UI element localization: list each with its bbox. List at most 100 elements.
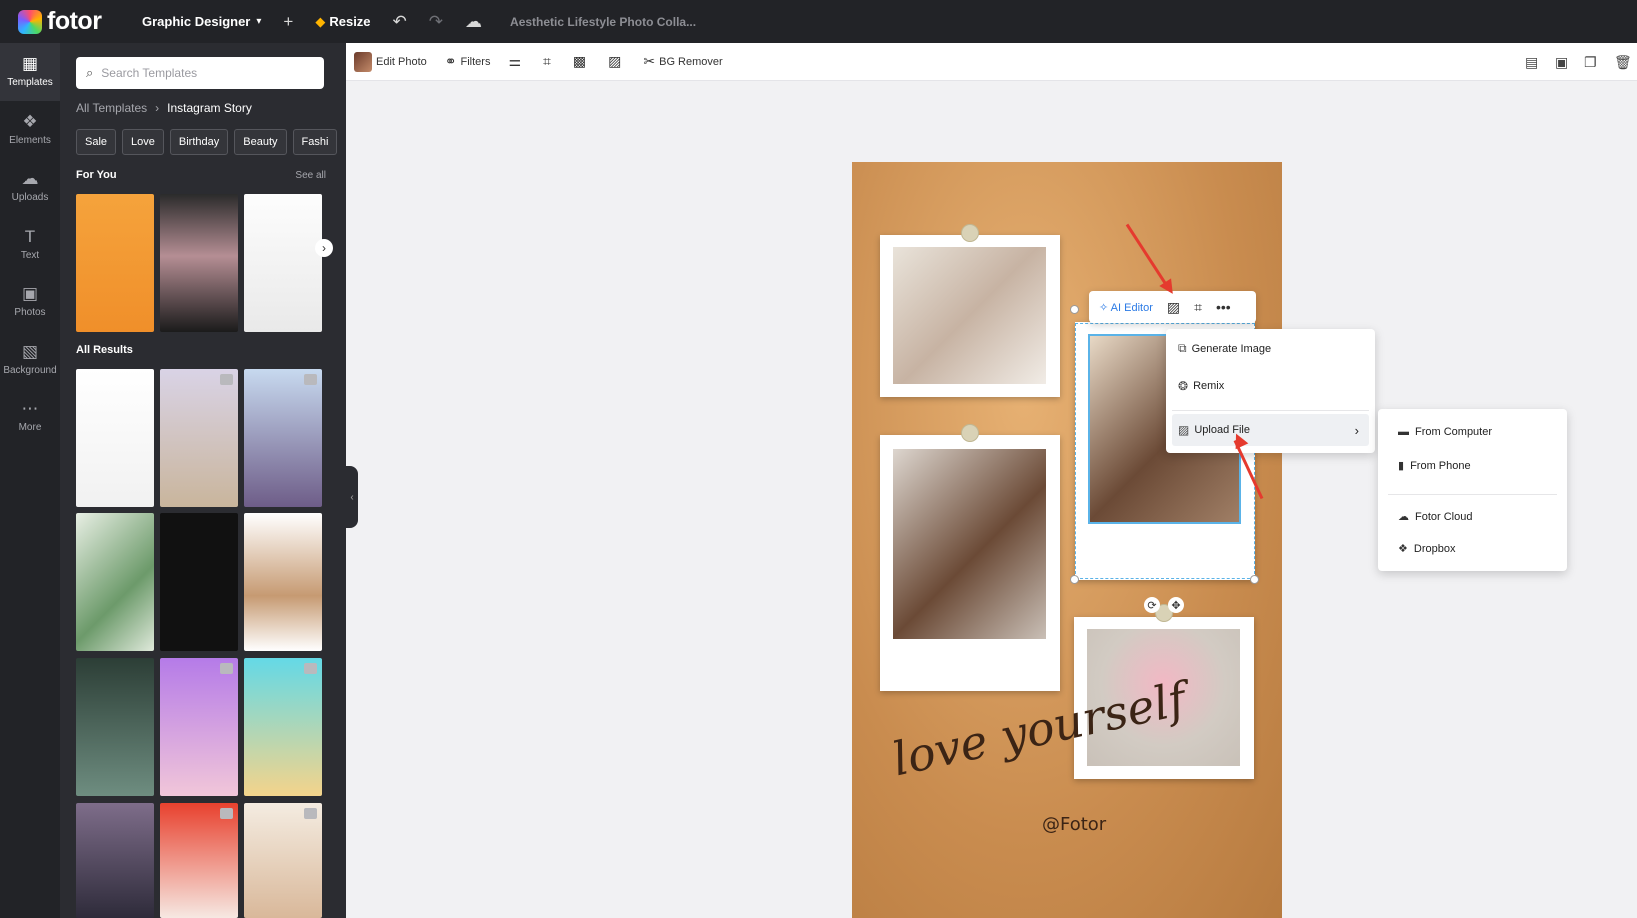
template-thumb[interactable] — [76, 803, 154, 918]
ai-editor-button[interactable]: ✧ AI Editor — [1099, 301, 1153, 314]
rail-item-uploads[interactable]: ☁ Uploads — [0, 158, 60, 216]
filters-icon: ⚭ — [444, 53, 457, 69]
resize-button[interactable]: ◆ Resize — [315, 14, 370, 30]
rail-item-text[interactable]: T Text — [0, 216, 60, 274]
photo-woman-laughing[interactable] — [893, 247, 1046, 384]
template-thumb[interactable] — [160, 513, 238, 651]
menu-item-from-phone[interactable]: ▮ From Phone — [1398, 459, 1471, 473]
replace-image-icon[interactable]: ▨ — [608, 53, 625, 70]
chip-fashion[interactable]: Fashi — [292, 129, 338, 155]
generate-image-icon: ⧉ — [1178, 341, 1187, 355]
redo-icon[interactable]: ↷ — [429, 12, 443, 32]
template-thumb[interactable] — [76, 513, 154, 651]
photo-frame[interactable] — [880, 235, 1060, 397]
add-icon[interactable]: + — [283, 12, 293, 32]
template-thumb[interactable] — [244, 513, 322, 651]
template-thumb[interactable] — [160, 194, 238, 332]
transparency-icon[interactable]: ▩ — [573, 53, 590, 70]
resize-handle[interactable] — [1070, 305, 1079, 314]
photo-frame[interactable] — [880, 435, 1060, 691]
favorite-icon[interactable] — [220, 374, 233, 385]
chip-sale[interactable]: Sale — [76, 129, 117, 155]
pin-icon — [961, 224, 979, 242]
move-icon[interactable]: ✥ — [1168, 597, 1184, 613]
crop-icon[interactable]: ⌗ — [1194, 299, 1202, 316]
menu-item-remix[interactable]: ❂ Remix — [1178, 379, 1224, 393]
chevron-right-icon: › — [1354, 422, 1359, 438]
menu-item-dropbox[interactable]: ❖ Dropbox — [1398, 542, 1455, 556]
undo-icon[interactable]: ↶ — [393, 12, 407, 32]
upload-image-icon: ▨ — [1178, 423, 1190, 437]
template-thumb[interactable] — [76, 658, 154, 796]
menu-item-upload-file[interactable]: ▨ Upload File › — [1172, 414, 1369, 446]
text-icon: T — [24, 226, 36, 246]
collapse-panel-button[interactable]: ‹ — [346, 466, 358, 528]
edit-photo-button[interactable]: Edit Photo — [354, 51, 427, 72]
favorite-icon[interactable] — [304, 663, 317, 674]
workspace-dropdown[interactable]: Graphic Designer ▾ — [142, 14, 261, 29]
template-thumb[interactable] — [244, 194, 322, 332]
template-thumb[interactable] — [76, 369, 154, 507]
menu-item-generate-image[interactable]: ⧉ Generate Image — [1178, 341, 1271, 356]
delete-icon[interactable]: 🗑 — [1614, 54, 1632, 71]
layers-icon[interactable]: ▤ — [1525, 54, 1538, 71]
photo-thumbnail — [354, 51, 372, 72]
photo-toolbar: Edit Photo ⚭ Filters ⚌ ⌗ ▩ ▨ ✂ BG Remove… — [346, 43, 1637, 81]
dropbox-icon: ❖ — [1398, 543, 1408, 555]
handle-text[interactable]: @Fotor — [1042, 814, 1106, 835]
favorite-icon[interactable] — [304, 374, 317, 385]
replace-image-menu: ⧉ Generate Image ❂ Remix ▨ Upload File › — [1166, 329, 1375, 453]
image-icon[interactable]: ▣ — [1555, 54, 1568, 71]
all-results-title: All Results — [76, 344, 133, 356]
crop-icon[interactable]: ⌗ — [543, 53, 555, 70]
chevron-down-icon: ▾ — [256, 16, 262, 27]
template-thumb[interactable] — [160, 369, 238, 507]
rotate-icon[interactable]: ⟳ — [1144, 597, 1160, 613]
resize-handle[interactable] — [1250, 575, 1259, 584]
replace-image-icon[interactable]: ▨ — [1167, 299, 1180, 316]
template-thumb[interactable] — [76, 194, 154, 332]
scissors-icon: ✂ — [643, 53, 656, 69]
duplicate-icon[interactable]: ❐ — [1584, 54, 1597, 71]
favorite-icon[interactable] — [220, 808, 233, 819]
favorite-icon[interactable] — [304, 808, 317, 819]
menu-item-from-computer[interactable]: ▬ From Computer — [1398, 426, 1492, 438]
favorite-icon[interactable] — [220, 663, 233, 674]
bg-remover-button[interactable]: ✂ BG Remover — [643, 53, 722, 70]
search-icon: ⌕ — [86, 65, 94, 80]
background-icon: ▧ — [21, 341, 39, 361]
rail-item-templates[interactable]: ▦ Templates — [0, 43, 60, 101]
search-input[interactable] — [101, 66, 302, 80]
template-thumb[interactable] — [244, 803, 322, 918]
search-box[interactable]: ⌕ — [76, 57, 324, 89]
rail-item-photos[interactable]: ▣ Photos — [0, 273, 60, 331]
template-thumb[interactable] — [160, 658, 238, 796]
template-thumb[interactable] — [160, 803, 238, 918]
menu-divider — [1172, 410, 1369, 411]
upload-submenu: ▬ From Computer ▮ From Phone ☁ Fotor Cloud … — [1378, 409, 1567, 571]
adjust-icon[interactable]: ⚌ — [508, 53, 525, 70]
template-thumb[interactable] — [244, 658, 322, 796]
chip-beauty[interactable]: Beauty — [234, 129, 287, 155]
menu-item-fotor-cloud[interactable]: ☁ Fotor Cloud — [1398, 510, 1472, 524]
cloud-save-icon[interactable]: ☁ — [465, 12, 482, 32]
rail-item-background[interactable]: ▧ Background — [0, 331, 60, 389]
more-options-icon[interactable]: ••• — [1216, 299, 1231, 315]
fotor-logo[interactable]: fotor — [18, 7, 128, 36]
template-thumb[interactable] — [244, 369, 322, 507]
carousel-next-button[interactable]: › — [315, 239, 333, 257]
logo-mark-icon — [18, 9, 42, 34]
photo-woman-brown-shirt[interactable] — [893, 449, 1046, 639]
templates-panel: ⌕ All Templates › Instagram Story Sale L… — [60, 43, 346, 918]
breadcrumb-all-templates[interactable]: All Templates — [76, 101, 147, 115]
chip-birthday[interactable]: Birthday — [169, 129, 229, 155]
sparkle-icon: ✧ — [1099, 301, 1109, 314]
chip-love[interactable]: Love — [122, 129, 164, 155]
filters-button[interactable]: ⚭ Filters — [445, 53, 491, 70]
document-title[interactable]: Aesthetic Lifestyle Photo Colla... — [510, 15, 696, 29]
resize-handle[interactable] — [1070, 575, 1079, 584]
rail-item-more[interactable]: ⋯ More — [0, 388, 60, 446]
rail-item-elements[interactable]: ❖ Elements — [0, 101, 60, 159]
see-all-link[interactable]: See all — [295, 170, 326, 181]
more-icon: ⋯ — [21, 399, 39, 419]
